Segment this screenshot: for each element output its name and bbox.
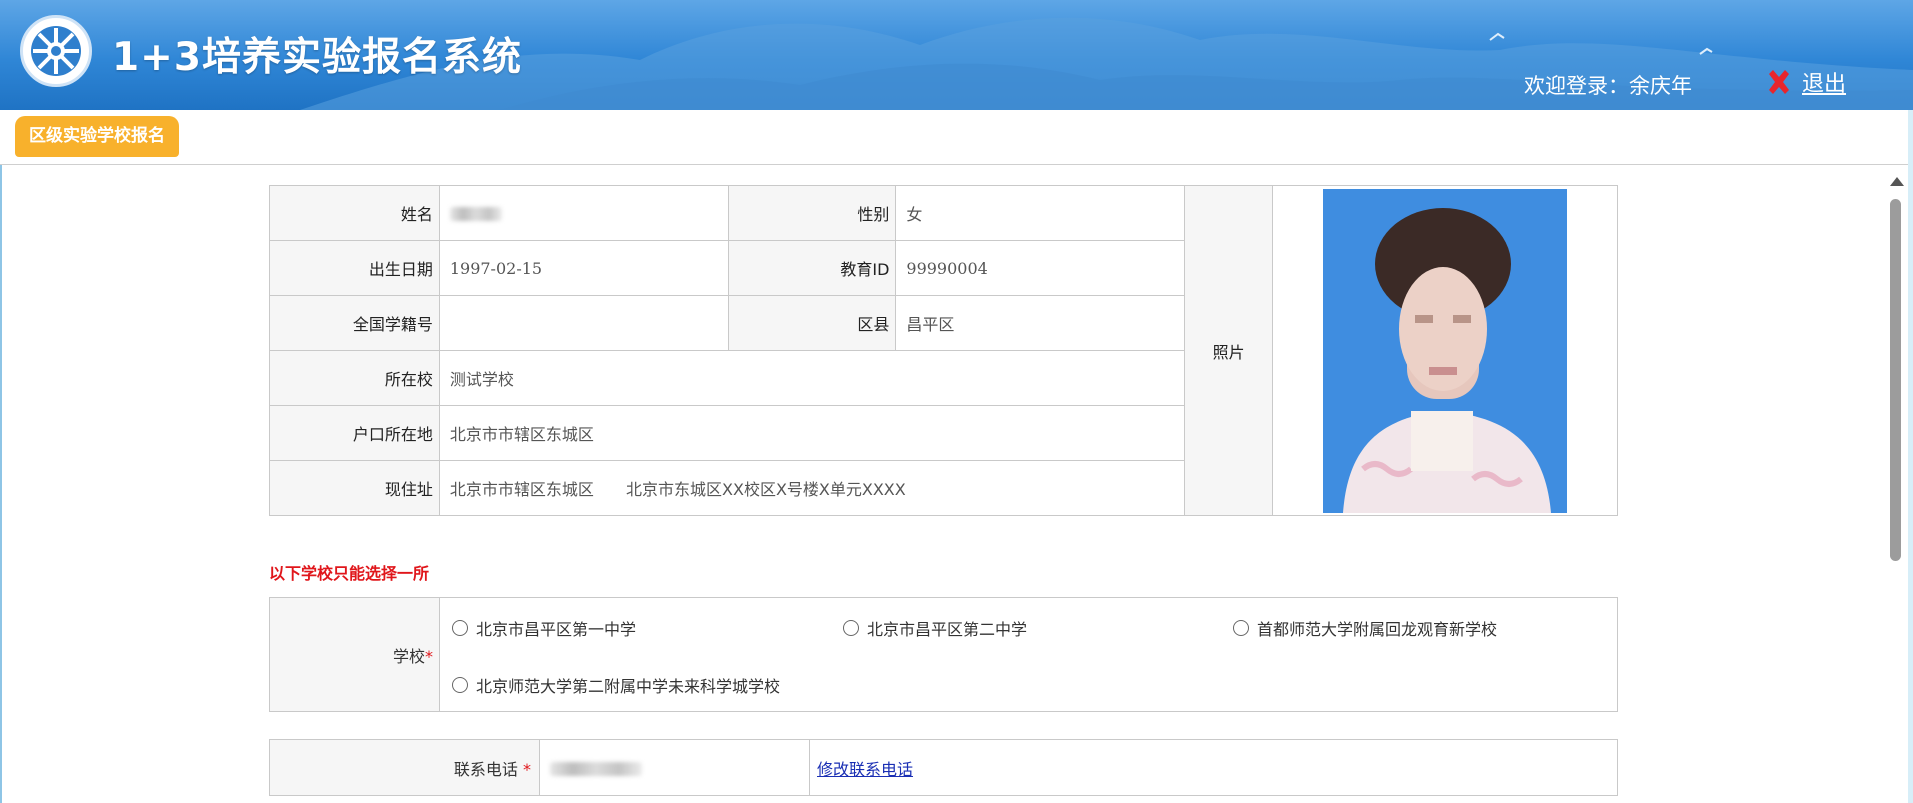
district-label: 区县 [727,295,897,351]
photo-label: 照片 [1184,185,1274,516]
app-title: 1+3培养实验报名系统 [112,35,522,80]
birth-date-label: 出生日期 [269,240,440,296]
student-number-value [438,295,729,351]
address-value: 北京市市辖区东城区 北京市东城区XX校区X号楼X单元XXXX [438,460,1186,516]
hukou-value: 北京市市辖区东城区 [438,405,1186,461]
radio-button[interactable] [452,677,468,693]
gender-value: 女 [895,185,1186,241]
school-option-label: 北京市昌平区第一中学 [476,620,637,639]
student-number-label: 全国学籍号 [269,295,440,351]
scroll-thumb[interactable] [1890,199,1901,561]
required-mark: * [523,759,531,779]
vertical-scrollbar[interactable] [1886,173,1904,803]
student-info-table: 姓名 性别 女 照片 出生日期 1997-02-15 教育ID 99990004… [269,185,1618,516]
logo-emblem-icon [31,26,81,76]
birth-date-value: 1997-02-15 [438,240,729,296]
school-option-3[interactable]: 首都师范大学附属回龙观育新学校 [1233,616,1497,640]
school-option-label: 北京市昌平区第二中学 [867,620,1028,639]
school-selection-table: 学校* 北京市昌平区第一中学 北京市昌平区第二中学 首都师范大学附属回龙观育新学… [269,597,1618,712]
phone-label: 联系电话 * [269,739,540,796]
name-value [438,185,729,241]
radio-button[interactable] [1233,620,1249,636]
scroll-up-arrow-icon[interactable] [1890,177,1904,186]
current-school-label: 所在校 [269,350,440,406]
table-row: 联系电话 * 修改联系电话 [269,739,1618,796]
current-school-value: 测试学校 [438,350,1186,406]
close-icon[interactable] [1764,67,1794,97]
address-detail: 北京市东城区XX校区X号楼X单元XXXX [626,480,906,499]
address-region: 北京市市辖区东城区 [449,480,594,499]
student-photo [1323,188,1568,513]
district-value: 昌平区 [895,295,1186,351]
phone-value [539,739,810,796]
tab-bar: 区级实验学校报名 [0,110,1913,165]
table-row: 学校* 北京市昌平区第一中学 北京市昌平区第二中学 首都师范大学附属回龙观育新学… [269,597,1618,712]
education-id-value: 99990004 [895,240,1186,296]
left-border [0,165,2,803]
school-option-4[interactable]: 北京师范大学第二附属中学未来科学城学校 [452,673,780,697]
tab-district-school-registration[interactable]: 区级实验学校报名 [15,116,179,157]
radio-button[interactable] [843,620,859,636]
gender-label: 性别 [727,185,897,241]
school-selection-notice: 以下学校只能选择一所 [269,564,430,583]
contact-table: 联系电话 * 修改联系电话 [269,739,1618,796]
school-option-1[interactable]: 北京市昌平区第一中学 [452,616,636,640]
school-option-label: 首都师范大学附属回龙观育新学校 [1257,620,1498,639]
school-option-2[interactable]: 北京市昌平区第二中学 [843,616,1027,640]
logout-button[interactable]: 退出 [1764,66,1846,98]
school-options: 北京市昌平区第一中学 北京市昌平区第二中学 首都师范大学附属回龙观育新学校 北京… [439,597,1618,712]
redacted-phone [550,761,642,776]
phone-label-text: 联系电话 [453,759,518,779]
school-option-label: 北京师范大学第二附属中学未来科学城学校 [476,677,781,696]
app-logo [20,15,92,87]
edit-phone-link[interactable]: 修改联系电话 [817,760,913,779]
photo-cell [1272,185,1618,516]
logout-link[interactable]: 退出 [1802,66,1846,98]
school-label-text: 学校 [392,646,425,666]
address-label: 现住址 [269,460,440,516]
school-label: 学校* [269,597,440,712]
app-header: 1+3培养实验报名系统 欢迎登录：余庆年 退出 [0,0,1913,110]
table-row: 姓名 性别 女 照片 [269,185,1618,516]
welcome-text: 欢迎登录：余庆年 [1524,74,1692,98]
redacted-name [449,207,502,221]
edit-phone-cell: 修改联系电话 [809,739,1618,796]
required-mark: * [425,646,433,666]
education-id-label: 教育ID [727,240,897,296]
radio-button[interactable] [452,620,468,636]
right-border [1908,110,1913,803]
hukou-label: 户口所在地 [269,405,440,461]
name-label: 姓名 [269,185,440,241]
